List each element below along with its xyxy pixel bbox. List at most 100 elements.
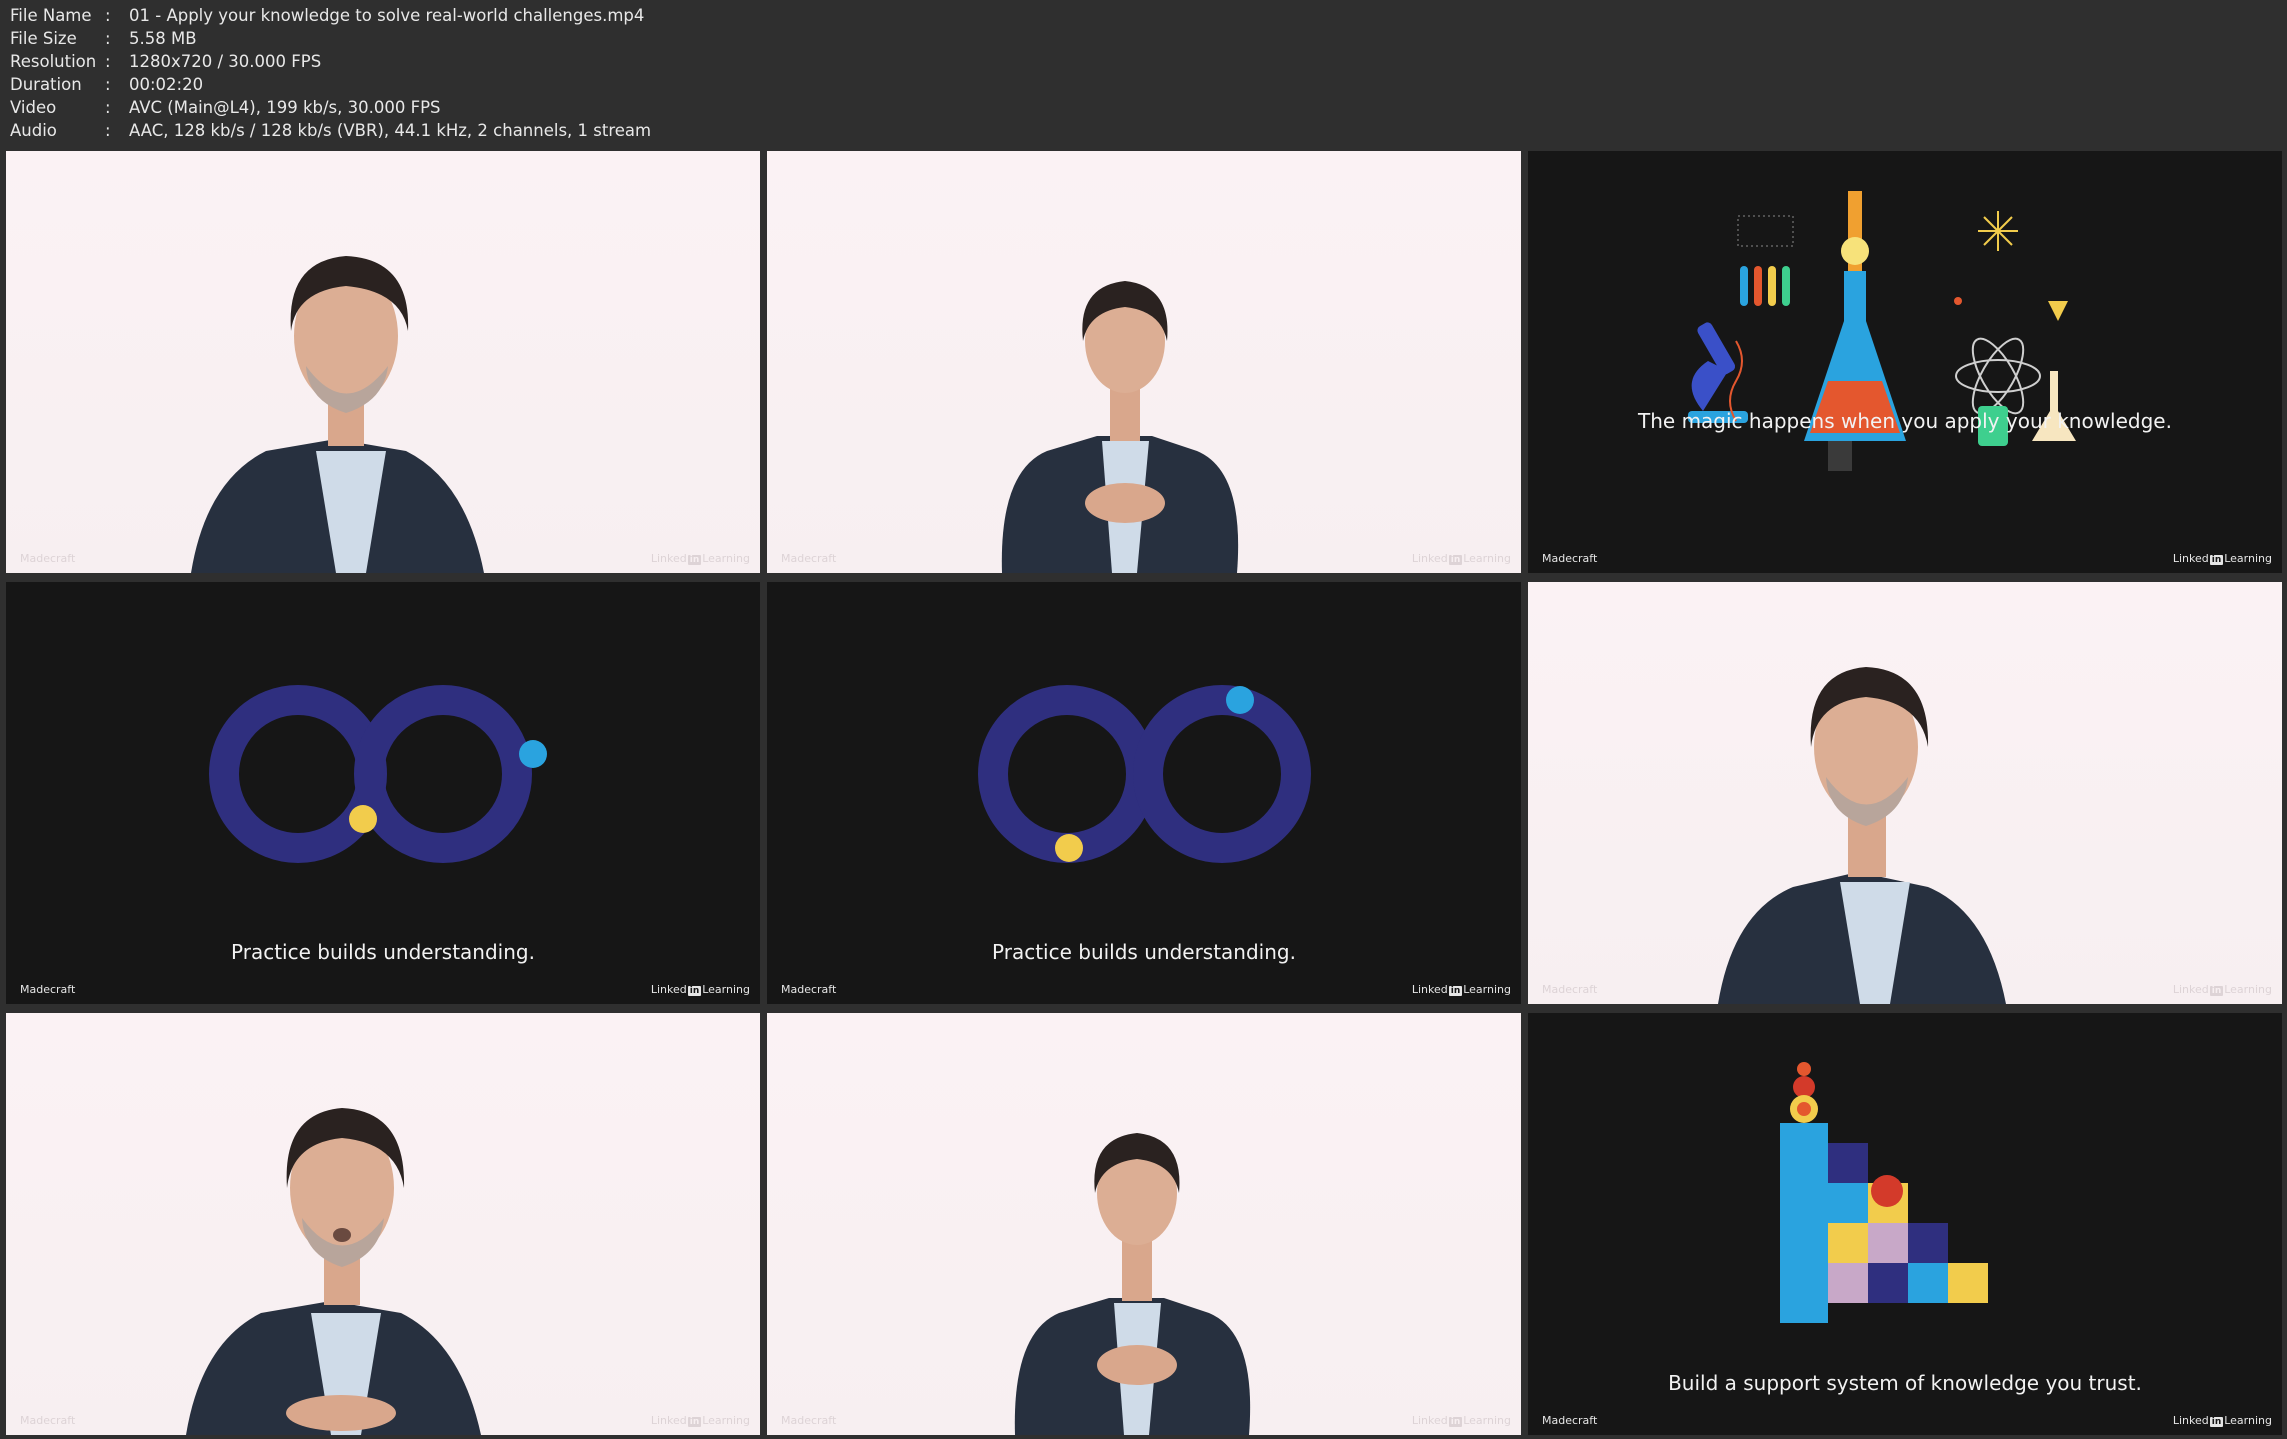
linkedin-in-logo: in <box>687 555 702 565</box>
funnel-icon <box>2048 301 2068 321</box>
science-illustration <box>1688 191 2076 471</box>
spark-icon <box>1954 297 1962 305</box>
madecraft-watermark: Madecraft <box>781 552 837 565</box>
linkedin-in-logo: in <box>687 986 702 996</box>
presenter-figure <box>1718 667 2006 1004</box>
info-row-duration: Duration:00:02:20 <box>10 73 651 96</box>
ball-icon <box>1797 1062 1811 1076</box>
linkedin-in-logo: in <box>1448 555 1463 565</box>
linkedin-word: Linked <box>650 983 687 996</box>
linkedin-learning-watermark: Linked in Learning <box>1412 1414 1511 1427</box>
frame-caption: Practice builds understanding. <box>231 940 535 964</box>
frame-8-presenter[interactable]: Madecraft Linked in Learning <box>767 1013 1521 1435</box>
info-label: Video <box>10 98 57 117</box>
linkedin-word: Linked <box>2172 552 2209 565</box>
linkedin-learning-watermark: Linked in Learning <box>651 552 750 565</box>
learning-word: Learning <box>702 1414 750 1427</box>
frame-4-infinity-rings[interactable]: Practice builds understanding. Madecraft… <box>6 582 760 1004</box>
info-separator: : <box>105 121 111 140</box>
frame-9-blocks-illustration[interactable]: Build a support system of knowledge you … <box>1528 1013 2282 1435</box>
info-label: Resolution <box>10 52 97 71</box>
test-tubes-icon <box>1737 215 1794 306</box>
file-info-panel: File Name:01 - Apply your knowledge to s… <box>10 4 651 142</box>
yellow-dot <box>349 805 377 833</box>
info-value: AAC, 128 kb/s / 128 kb/s (VBR), 44.1 kHz… <box>129 121 652 140</box>
info-label: Duration <box>10 75 82 94</box>
linkedin-in-logo: in <box>687 1417 702 1427</box>
blue-dot <box>519 740 547 768</box>
right-ring <box>1133 685 1311 863</box>
linkedin-word: Linked <box>1411 552 1448 565</box>
info-label: File Name <box>10 6 92 25</box>
left-ring <box>209 685 387 863</box>
linkedin-learning-watermark: Linked in Learning <box>2173 552 2272 565</box>
presenter-figure <box>186 1108 481 1435</box>
tall-block <box>1780 1123 1828 1323</box>
info-row-video: Video: AVC (Main@L4), 199 kb/s, 30.000 FP… <box>10 96 651 119</box>
info-row-filesize: File Size:5.58 MB <box>10 27 651 50</box>
learning-word: Learning <box>702 552 750 565</box>
info-label: Audio <box>10 121 57 140</box>
frame-caption: The magic happens when you apply your kn… <box>1638 409 2172 433</box>
ball-icon <box>1871 1175 1903 1207</box>
info-value: 01 - Apply your knowledge to solve real-… <box>129 6 645 25</box>
linkedin-in-logo: in <box>2209 986 2224 996</box>
blue-dot <box>1226 686 1254 714</box>
frame-6-presenter[interactable]: Madecraft Linked in Learning <box>1528 582 2282 1004</box>
linkedin-learning-watermark: Linked in Learning <box>1412 552 1511 565</box>
info-value: 00:02:20 <box>129 75 204 94</box>
madecraft-watermark: Madecraft <box>20 552 76 565</box>
ball-icon <box>1793 1076 1815 1098</box>
madecraft-watermark: Madecraft <box>20 1414 76 1427</box>
frame-caption: Practice builds understanding. <box>992 940 1296 964</box>
info-row-filename: File Name:01 - Apply your knowledge to s… <box>10 4 651 27</box>
linkedin-learning-watermark: Linked in Learning <box>1412 983 1511 996</box>
learning-word: Learning <box>2224 552 2272 565</box>
linkedin-in-logo: in <box>2209 1417 2224 1427</box>
madecraft-watermark: Madecraft <box>20 983 76 996</box>
madecraft-watermark: Madecraft <box>781 1414 837 1427</box>
linkedin-learning-watermark: Linked in Learning <box>2173 983 2272 996</box>
madecraft-watermark: Madecraft <box>1542 552 1598 565</box>
linkedin-learning-watermark: Linked in Learning <box>2173 1414 2272 1427</box>
info-label: File Size <box>10 29 77 48</box>
info-separator: : <box>105 52 111 71</box>
madecraft-watermark: Madecraft <box>1542 1414 1598 1427</box>
madecraft-watermark: Madecraft <box>781 983 837 996</box>
linkedin-learning-watermark: Linked in Learning <box>651 983 750 996</box>
frame-caption: Build a support system of knowledge you … <box>1668 1371 2142 1395</box>
flask-icon <box>1804 191 1906 441</box>
linkedin-learning-watermark: Linked in Learning <box>651 1414 750 1427</box>
microscope-icon <box>1688 322 1748 423</box>
info-separator: : <box>105 6 111 25</box>
linkedin-in-logo: in <box>1448 1417 1463 1427</box>
linkedin-word: Linked <box>2172 983 2209 996</box>
learning-word: Learning <box>1463 983 1511 996</box>
learning-word: Learning <box>2224 1414 2272 1427</box>
linkedin-in-logo: in <box>2209 555 2224 565</box>
madecraft-watermark: Madecraft <box>1542 983 1598 996</box>
learning-word: Learning <box>1463 1414 1511 1427</box>
info-separator: : <box>105 29 111 48</box>
left-ring <box>978 685 1156 863</box>
frame-3-science-illustration[interactable]: The magic happens when you apply your kn… <box>1528 151 2282 573</box>
linkedin-word: Linked <box>650 552 687 565</box>
presenter-figure <box>1001 281 1239 573</box>
frame-1-presenter[interactable]: Madecraft Linked in Learning <box>6 151 760 573</box>
frame-7-presenter[interactable]: Madecraft Linked in Learning <box>6 1013 760 1435</box>
frame-5-infinity-rings[interactable]: Practice builds understanding. Madecraft… <box>767 582 1521 1004</box>
info-value: AVC (Main@L4), 199 kb/s, 30.000 FPS <box>129 98 441 117</box>
info-separator: : <box>105 75 111 94</box>
presenter-figure <box>1014 1133 1251 1435</box>
linkedin-word: Linked <box>1411 983 1448 996</box>
frame-2-presenter[interactable]: Madecraft Linked in Learning <box>767 151 1521 573</box>
firework-icon <box>1978 211 2018 251</box>
learning-word: Learning <box>2224 983 2272 996</box>
thumbnail-grid: Madecraft Linked in Learning Madecraft Lin… <box>6 151 2282 1435</box>
info-row-audio: Audio: AAC, 128 kb/s / 128 kb/s (VBR), 44… <box>10 119 651 142</box>
linkedin-word: Linked <box>650 1414 687 1427</box>
linkedin-word: Linked <box>1411 1414 1448 1427</box>
info-row-resolution: Resolution:1280x720 / 30.000 FPS <box>10 50 651 73</box>
presenter-figure <box>191 256 484 573</box>
yellow-dot <box>1055 834 1083 862</box>
